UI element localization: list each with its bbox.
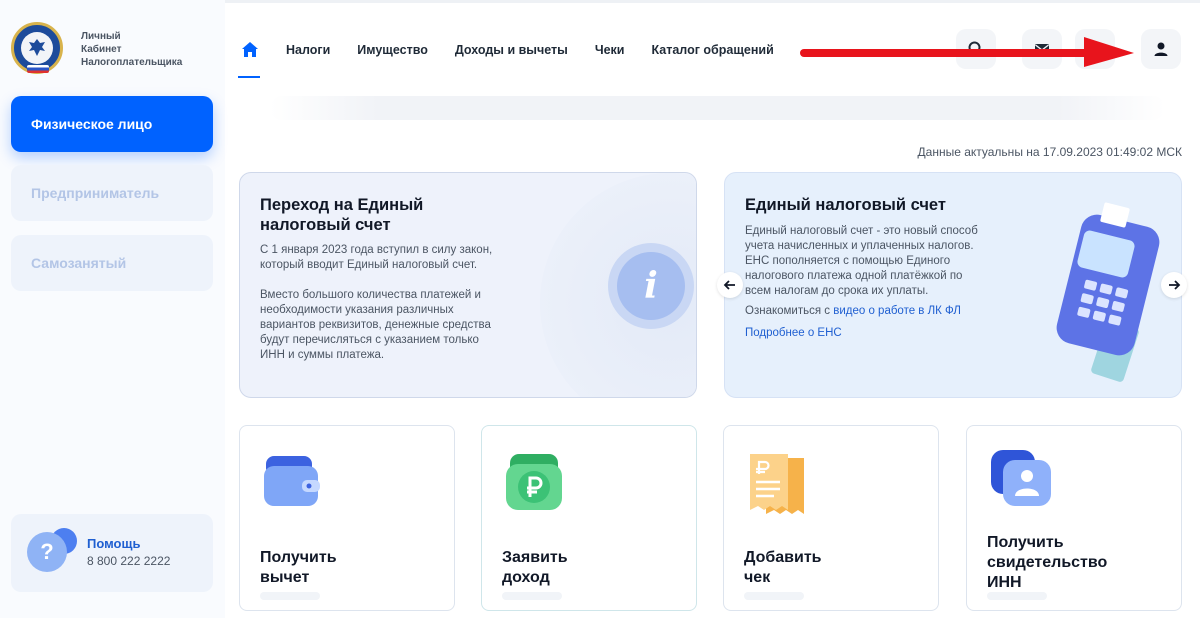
tile-label-line: свидетельство xyxy=(987,554,1108,571)
text-line: который вводит Единый налоговый счет. xyxy=(260,259,478,271)
card-title: Переход на Единый налоговый счет xyxy=(260,195,423,235)
id-card-icon xyxy=(991,450,1051,506)
ruble-icon xyxy=(506,454,562,510)
role-entrepreneur-button[interactable]: Предприниматель xyxy=(11,165,213,221)
tile-label: Заявить доход xyxy=(502,548,568,588)
eagle-emblem-icon xyxy=(21,32,53,64)
brand-line: Личный xyxy=(81,31,121,42)
tile-label-line: чек xyxy=(744,569,771,586)
card-title-line: Переход на Единый xyxy=(260,196,424,214)
text-line: ЕНС пополняется с помощью Единого xyxy=(745,255,951,267)
video-link-line: Ознакомиться с видео о работе в ЛК ФЛ xyxy=(745,305,961,317)
carousel-prev-button[interactable] xyxy=(717,272,743,298)
nav-receipts[interactable]: Чеки xyxy=(595,43,625,57)
ens-info-card[interactable]: Единый налоговый счет Единый налоговый с… xyxy=(724,172,1182,398)
video-link[interactable]: видео о работе в ЛК ФЛ xyxy=(833,305,961,317)
receipt-icon xyxy=(750,454,804,514)
help-title[interactable]: Помощь xyxy=(87,536,140,551)
tile-label-line: вычет xyxy=(260,569,310,586)
tile-label-line: Заявить xyxy=(502,549,568,566)
nav-property[interactable]: Имущество xyxy=(357,43,428,57)
user-icon xyxy=(1154,42,1168,56)
tile-label-line: ИНН xyxy=(987,574,1022,591)
tile-add-receipt[interactable]: Добавить чек xyxy=(723,425,939,611)
text-line: Вместо большого количества платежей и xyxy=(260,289,481,301)
card-paragraph: С 1 января 2023 года вступил в силу зако… xyxy=(260,243,492,273)
text-line: будут перечисляться с указанием только xyxy=(260,334,479,346)
text-line: ИНН и суммы платежа. xyxy=(260,349,385,361)
card-title: Единый налоговый счет xyxy=(745,196,946,214)
tile-label-line: доход xyxy=(502,569,550,586)
tile-label: Получить свидетельство ИНН xyxy=(987,533,1107,593)
text-line: С 1 января 2023 года вступил в силу зако… xyxy=(260,244,493,256)
red-annotation-arrow-icon xyxy=(800,37,1134,67)
brand-title[interactable]: Личный Кабинет Налогоплательщика xyxy=(81,30,182,69)
tile-decoration xyxy=(744,592,804,600)
text-line: Единый налоговый счет - это новый способ xyxy=(745,225,978,237)
home-icon[interactable] xyxy=(238,40,260,78)
wallet-icon xyxy=(264,456,320,506)
help-phone[interactable]: 8 800 222 2222 xyxy=(87,554,170,568)
text-line: учета начисленных и уплаченных налогов. xyxy=(745,240,974,252)
data-actuality-text: Данные актуальны на 17.09.2023 01:49:02 … xyxy=(917,145,1182,159)
fns-logo[interactable] xyxy=(11,22,63,74)
question-icon: ? xyxy=(27,532,67,572)
nav-income-deductions[interactable]: Доходы и вычеты xyxy=(455,43,568,57)
card-paragraph: Вместо большого количества платежей и не… xyxy=(260,288,491,363)
text-line: налогового платежа одной платёжкой по xyxy=(745,270,963,282)
role-individual-button[interactable]: Физическое лицо xyxy=(11,96,213,152)
nav-requests-catalog[interactable]: Каталог обращений xyxy=(652,43,774,57)
brand-line: Налогоплательщика xyxy=(81,57,183,68)
text-line: всем налогам до срока их уплаты. xyxy=(745,285,929,297)
tile-get-deduction[interactable]: Получить вычет xyxy=(239,425,455,611)
tile-label-line: Добавить xyxy=(744,549,822,566)
arrow-left-icon xyxy=(723,280,735,290)
ens-more-link[interactable]: Подробнее о ЕНС xyxy=(745,327,842,339)
link-prefix: Ознакомиться с xyxy=(745,305,834,317)
info-glyph: i xyxy=(617,252,685,320)
tile-decoration xyxy=(260,592,320,600)
carousel-next-button[interactable] xyxy=(1161,272,1187,298)
info-icon: i xyxy=(608,243,694,329)
brand-line: Кабинет xyxy=(81,44,122,55)
active-tab-underline xyxy=(238,76,260,78)
payment-terminal-icon xyxy=(1056,202,1160,382)
tile-label-line: Получить xyxy=(260,549,337,566)
sidebar: Личный Кабинет Налогоплательщика Физичес… xyxy=(0,0,225,618)
role-selfemployed-button[interactable]: Самозанятый xyxy=(11,235,213,291)
tile-label: Добавить чек xyxy=(744,548,822,588)
tile-declare-income[interactable]: Заявить доход xyxy=(481,425,697,611)
tile-get-inn-certificate[interactable]: Получить свидетельство ИНН xyxy=(966,425,1182,611)
tile-label: Получить вычет xyxy=(260,548,337,588)
text-line: вариантов реквизитов, денежные средства xyxy=(260,319,491,331)
tile-decoration xyxy=(502,592,562,600)
help-block[interactable]: ? Помощь 8 800 222 2222 xyxy=(11,514,213,592)
card-paragraph: Единый налоговый счет - это новый способ… xyxy=(745,224,978,299)
flag-icon xyxy=(27,65,49,73)
tile-decoration xyxy=(987,592,1047,600)
arrow-right-icon xyxy=(1169,280,1181,290)
text-line: необходимости указания различных xyxy=(260,304,454,316)
profile-button[interactable] xyxy=(1141,29,1181,69)
search-bar-placeholder[interactable] xyxy=(270,96,1165,120)
card-title-line: налоговый счет xyxy=(260,216,391,234)
ens-transition-card[interactable]: i Переход на Единый налоговый счет С 1 я… xyxy=(239,172,697,398)
tile-label-line: Получить xyxy=(987,534,1064,551)
main-nav: Налоги Имущество Доходы и вычеты Чеки Ка… xyxy=(238,38,801,78)
nav-taxes[interactable]: Налоги xyxy=(286,43,330,57)
